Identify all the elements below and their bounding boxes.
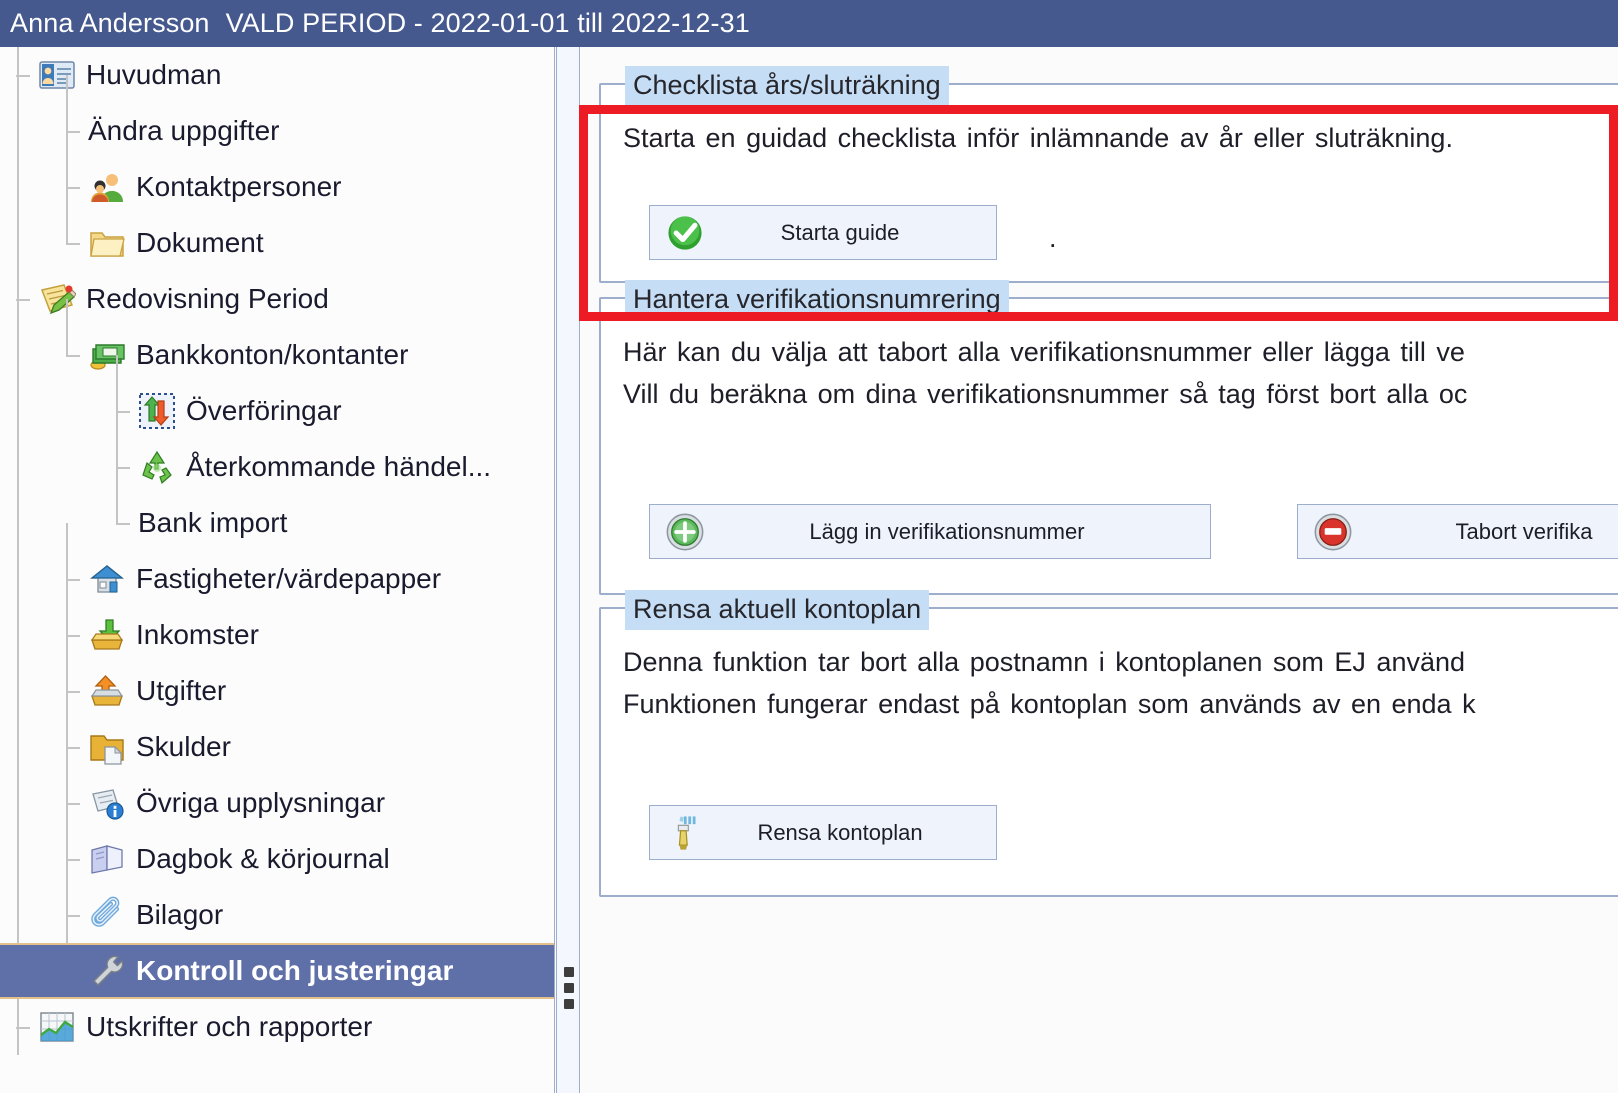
sidebar-item-label: Bank import <box>138 507 288 538</box>
folder-icon <box>88 224 126 262</box>
recycle-icon <box>138 448 176 486</box>
button-lägg-in-verifikationsnummer[interactable]: Lägg in verifikationsnummer <box>649 504 1211 559</box>
sidebar-item-fastigheter-värdepapper[interactable]: Fastigheter/värdepapper <box>0 551 554 607</box>
group-description-line: Här kan du välja att tabort alla verifik… <box>623 337 1465 367</box>
sidebar-item-utskrifter-och-rapporter[interactable]: Utskrifter och rapporter <box>0 999 554 1055</box>
chart-report-icon <box>38 1008 76 1046</box>
sidebar-item-label: Kontaktpersoner <box>136 171 342 202</box>
sidebar-item-huvudman[interactable]: Huvudman <box>0 47 554 103</box>
sidebar-item-bilagor[interactable]: Bilagor <box>0 887 554 943</box>
notepad-pencil-icon <box>38 280 76 318</box>
transfer-icon <box>138 392 176 430</box>
sidebar-item-label: Ändra uppgifter <box>88 115 280 146</box>
sidebar-item-utgifter[interactable]: Utgifter <box>0 663 554 719</box>
red-minus-icon <box>1312 511 1354 553</box>
sidebar-item-label: Återkommande händel... <box>186 451 492 482</box>
sidebar-item-label: Bilagor <box>136 899 224 930</box>
sidebar-item-dokument[interactable]: Dokument <box>0 215 554 271</box>
group-description-line: Starta en guidad checklista inför inlämn… <box>623 123 1453 153</box>
group-box: Checklista års/sluträkning Starta en guid… <box>599 66 1618 283</box>
sidebar-item-label: Bankkonton/kontanter <box>136 339 409 370</box>
debt-folder-icon <box>88 728 126 766</box>
sidebar-item-överföringar[interactable]: Överföringar <box>0 383 554 439</box>
button-label: Rensa kontoplan <box>757 819 923 845</box>
contact-card-icon <box>38 56 76 94</box>
client-name: Anna Andersson <box>10 8 210 38</box>
sidebar-item-kontaktpersoner[interactable]: Kontaktpersoner <box>0 159 554 215</box>
book-icon <box>88 840 126 878</box>
green-check-icon <box>664 212 706 254</box>
sidebar-item-label: Skulder <box>136 731 231 762</box>
group-description-line: Funktionen fungerar endast på kontoplan … <box>623 689 1476 719</box>
sidebar-item-bankkonton-kontanter[interactable]: Bankkonton/kontanter <box>0 327 554 383</box>
wrench-icon <box>88 952 126 990</box>
sidebar-item-label: Utskrifter och rapporter <box>86 1011 373 1042</box>
green-plus-icon <box>664 511 706 553</box>
sidebar-item-label: Inkomster <box>136 619 259 650</box>
group-description-line: Denna funktion tar bort alla postnamn i … <box>623 647 1466 677</box>
sidebar-item-bank-import[interactable]: Bank import <box>0 495 554 551</box>
selected-period-label: VALD PERIOD - 2022-01-01 till 2022-12-31 <box>225 8 750 38</box>
cleaning-brush-icon <box>664 812 706 854</box>
button-label: Tabort verifika <box>1455 518 1593 544</box>
sidebar-item-återkommande-händel[interactable]: Återkommande händel... <box>0 439 554 495</box>
group-description-line: Vill du beräkna om dina verifikationsnum… <box>623 379 1468 409</box>
content-panel: Checklista års/sluträkning Starta en guid… <box>581 47 1618 1093</box>
sidebar-item-label: Övriga upplysningar <box>136 787 386 818</box>
sidebar-item-label: Överföringar <box>186 395 342 426</box>
title-bar: Anna Andersson VALD PERIOD - 2022-01-01 … <box>0 0 1618 47</box>
splitter-grip-icon[interactable] <box>564 967 574 1013</box>
sidebar-item-dagbok-körjournal[interactable]: Dagbok & körjournal <box>0 831 554 887</box>
sidebar-item-ändra-uppgifter[interactable]: Ändra uppgifter <box>0 103 554 159</box>
navigation-tree-panel[interactable]: Huvudman Ändra uppgifter Kontaktpersoner Do… <box>0 47 555 1093</box>
button-starta-guide[interactable]: Starta guide <box>649 205 997 260</box>
inbox-down-icon <box>88 616 126 654</box>
sidebar-item-inkomster[interactable]: Inkomster <box>0 607 554 663</box>
sidebar-item-label: Utgifter <box>136 675 227 706</box>
sidebar-item-label: Kontroll och justeringar <box>136 955 454 986</box>
sidebar-item-redovisning-period[interactable]: Redovisning Period <box>0 271 554 327</box>
sidebar-item-label: Dagbok & körjournal <box>136 843 390 874</box>
outbox-up-icon <box>88 672 126 710</box>
application-window: Anna Andersson VALD PERIOD - 2022-01-01 … <box>0 0 1618 1093</box>
panel-splitter[interactable] <box>556 47 580 1093</box>
trailing-period: . <box>1049 223 1057 253</box>
people-icon <box>88 168 126 206</box>
sidebar-item-skulder[interactable]: Skulder <box>0 719 554 775</box>
button-tabort-verifika[interactable]: Tabort verifika <box>1297 504 1618 559</box>
money-icon <box>88 336 126 374</box>
sidebar-item-kontroll-och-justeringar[interactable]: Kontroll och justeringar <box>0 943 554 999</box>
group-box: Rensa aktuell kontoplan Denna funktion ta… <box>599 590 1618 897</box>
button-label: Lägg in verifikationsnummer <box>809 518 1085 544</box>
house-icon <box>88 560 126 598</box>
sidebar-item-label: Huvudman <box>86 59 222 90</box>
sidebar-item-label: Redovisning Period <box>86 283 329 314</box>
button-label: Starta guide <box>780 219 900 245</box>
sidebar-item-övriga-upplysningar[interactable]: Övriga upplysningar <box>0 775 554 831</box>
sidebar-item-label: Fastigheter/värdepapper <box>136 563 442 594</box>
info-note-icon <box>88 784 126 822</box>
button-rensa-kontoplan[interactable]: Rensa kontoplan <box>649 805 997 860</box>
paperclip-icon <box>88 896 126 934</box>
group-box: Hantera verifikationsnumrering Här kan du… <box>599 280 1618 595</box>
sidebar-item-label: Dokument <box>136 227 264 258</box>
